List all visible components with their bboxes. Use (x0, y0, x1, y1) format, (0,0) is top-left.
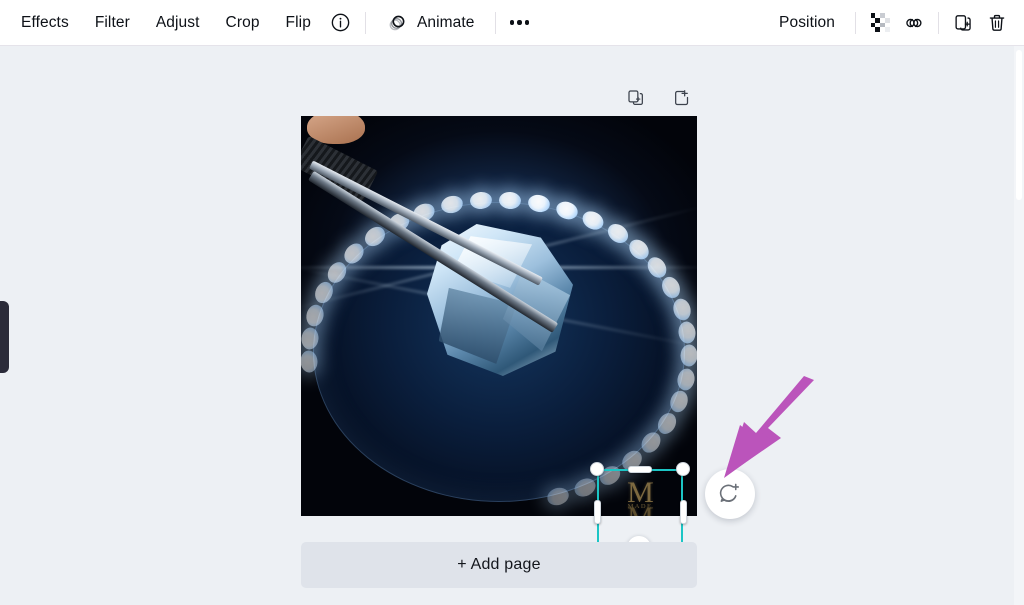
editor-canvas-area: M MADE M (0, 46, 1024, 605)
ring-light-bulb (526, 192, 552, 215)
link-icon (906, 18, 922, 27)
more-options-button[interactable] (503, 6, 537, 40)
toolbar-divider-3 (855, 11, 856, 34)
duplicate-page-icon (628, 90, 643, 105)
link-button[interactable] (897, 6, 931, 40)
resize-handle-right[interactable] (679, 500, 687, 524)
toolbar-left-group: Effects Filter Adjust Crop Flip Animate (0, 0, 537, 45)
flip-button[interactable]: Flip (273, 7, 324, 39)
effects-button-label: Effects (21, 13, 69, 31)
delete-button[interactable] (980, 6, 1014, 40)
add-comment-icon (719, 483, 740, 503)
add-page-label: + Add page (457, 556, 541, 573)
duplicate-icon (955, 14, 971, 31)
toolbar-right-group: Position (766, 0, 1024, 45)
info-button[interactable] (324, 6, 358, 40)
add-page-bar[interactable]: + Add page (301, 542, 697, 588)
toolbar-divider-2 (494, 11, 496, 34)
canvas-scrollbar-thumb[interactable] (1016, 50, 1022, 200)
ring-light-bulb (498, 191, 522, 210)
ring-light-bulb (301, 326, 320, 350)
info-icon (332, 13, 350, 32)
ring-light-bulb (553, 198, 581, 222)
ring-light-bulb (658, 274, 684, 302)
duplicate-button[interactable] (946, 6, 980, 40)
add-comment-button[interactable] (705, 469, 755, 519)
ring-light-bulb (637, 429, 665, 457)
more-options-icon (509, 20, 530, 25)
toolbar-divider-1 (364, 11, 366, 34)
design-page[interactable]: M MADE M (301, 116, 697, 516)
canva-editor-window: Effects Filter Adjust Crop Flip Animate … (0, 0, 1024, 605)
transparency-icon (870, 13, 890, 32)
ring-light-bulb (571, 475, 599, 501)
ring-light-bulb (340, 239, 369, 268)
position-button-label: Position (779, 13, 835, 31)
ring-light-bulb (544, 485, 571, 509)
resize-handle-left[interactable] (593, 500, 601, 524)
ring-light-bulb (439, 193, 465, 216)
ring-light-bulb (301, 350, 319, 374)
ring-light-bulb (670, 296, 693, 323)
resize-handle-top-left[interactable] (590, 462, 604, 476)
crop-button-label: Crop (225, 13, 260, 31)
animate-button-label: Animate (416, 13, 475, 31)
flip-button-label: Flip (285, 13, 311, 31)
add-page-button[interactable] (668, 84, 696, 112)
ring-light-bulb (680, 344, 697, 368)
ring-light-bulb (666, 388, 691, 415)
resize-handle-top[interactable] (628, 465, 652, 473)
adjust-button[interactable]: Adjust (143, 7, 213, 39)
ring-light-bulb (675, 366, 697, 392)
page-action-buttons (622, 84, 696, 112)
animate-button[interactable]: Animate (373, 7, 488, 39)
resize-handle-top-right[interactable] (676, 462, 690, 476)
ring-light-bulb (654, 409, 680, 437)
position-button[interactable]: Position (766, 7, 848, 39)
diamond-photo-element[interactable] (301, 116, 697, 516)
toolbar-divider-4 (938, 11, 939, 34)
transparency-button[interactable] (863, 6, 897, 40)
adjust-button-label: Adjust (155, 13, 200, 31)
crop-button[interactable]: Crop (213, 7, 273, 39)
duplicate-page-button[interactable] (622, 84, 650, 112)
effects-button[interactable]: Effects (8, 7, 82, 39)
canvas-scrollbar[interactable] (1014, 46, 1024, 605)
top-toolbar: Effects Filter Adjust Crop Flip Animate … (0, 0, 1024, 46)
filter-button-label: Filter (94, 13, 130, 31)
trash-icon (989, 14, 1005, 31)
animate-icon (389, 15, 405, 31)
add-page-icon (675, 90, 689, 106)
side-panel-toggle-handle[interactable] (0, 301, 9, 373)
filter-button[interactable]: Filter (82, 7, 143, 39)
ring-light-bulb (469, 191, 493, 211)
